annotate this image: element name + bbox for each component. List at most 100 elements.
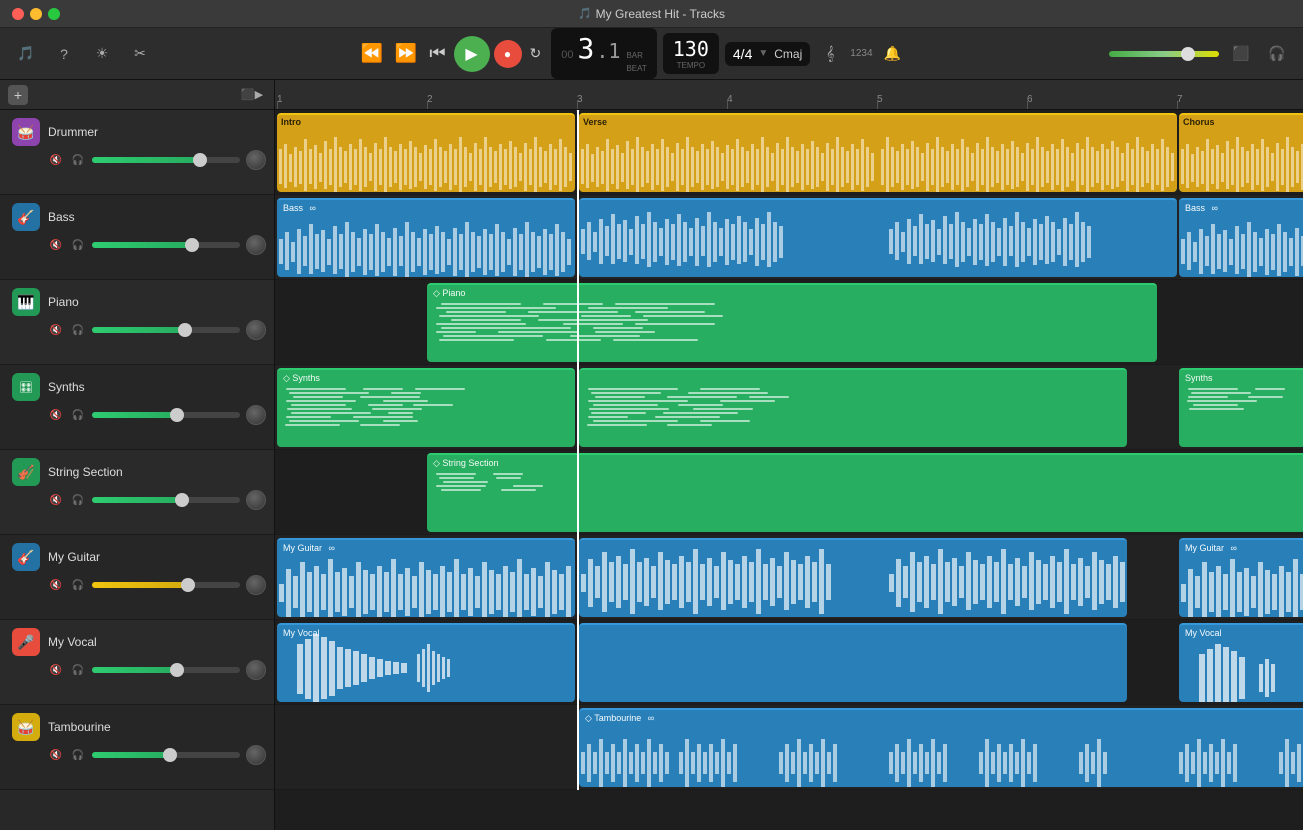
cycle-button[interactable]: ↻ xyxy=(526,41,546,66)
track-lane-synths: ◇ Synths xyxy=(275,365,1303,450)
fader-tambourine[interactable] xyxy=(92,752,240,758)
tracks-area: 1 2 3 4 5 6 7 Intro xyxy=(275,80,1303,830)
section-intro-label: Intro xyxy=(277,115,305,129)
headphones-button[interactable]: 🎧 xyxy=(1263,40,1291,68)
mute-synths[interactable]: 🔇 xyxy=(48,407,64,423)
clip-piano[interactable]: ◇ Piano xyxy=(427,283,1157,362)
metronome-button[interactable]: 🔔 xyxy=(879,40,907,68)
clip-vocal-verse[interactable] xyxy=(579,623,1127,702)
track-name-guitar: My Guitar xyxy=(48,550,100,564)
pan-drummer[interactable] xyxy=(246,150,266,170)
pan-guitar[interactable] xyxy=(246,575,266,595)
play-button[interactable]: ▶ xyxy=(454,36,490,72)
clip-drummer-verse[interactable]: Verse xyxy=(579,113,1177,192)
fader-drummer[interactable] xyxy=(92,157,240,163)
track-lane-piano: ◇ Piano xyxy=(275,280,1303,365)
help-button[interactable]: ? xyxy=(50,40,78,68)
track-lane-guitar: My Guitar ∞ xyxy=(275,535,1303,620)
pan-piano[interactable] xyxy=(246,320,266,340)
library-button[interactable]: 🎵 xyxy=(12,40,40,68)
track-name-drummer: Drummer xyxy=(48,125,98,139)
sidebar-options-button[interactable]: ⬛▶ xyxy=(238,81,266,109)
fader-bass[interactable] xyxy=(92,242,240,248)
record-button[interactable]: ● xyxy=(494,40,522,68)
track-item-strings[interactable]: 🎻 String Section 🔇 🎧 xyxy=(0,450,274,535)
mute-drummer[interactable]: 🔇 xyxy=(48,152,64,168)
solo-vocal[interactable]: 🎧 xyxy=(70,662,86,678)
master-volume-slider[interactable] xyxy=(1109,51,1219,57)
track-lane-tambourine: ◇ Tambourine ∞ xyxy=(275,705,1303,790)
minimize-button[interactable] xyxy=(30,8,42,20)
fader-vocal[interactable] xyxy=(92,667,240,673)
clip-drummer-intro[interactable]: Intro xyxy=(277,113,575,192)
solo-synths[interactable]: 🎧 xyxy=(70,407,86,423)
pan-synths[interactable] xyxy=(246,405,266,425)
clip-label-synths-chorus: Synths xyxy=(1185,373,1213,383)
solo-drummer[interactable]: 🎧 xyxy=(70,152,86,168)
synths-midi-notes-intro xyxy=(277,386,575,443)
track-item-synths[interactable]: 🎛 Synths 🔇 🎧 xyxy=(0,365,274,450)
track-item-guitar[interactable]: 🎸 My Guitar 🔇 🎧 xyxy=(0,535,274,620)
solo-guitar[interactable]: 🎧 xyxy=(70,577,86,593)
mute-vocal[interactable]: 🔇 xyxy=(48,662,64,678)
goto-start-button[interactable]: ⏮ xyxy=(425,39,449,68)
mute-tambourine[interactable]: 🔇 xyxy=(48,747,64,763)
clip-synths-chorus[interactable]: Synths xyxy=(1179,368,1303,447)
clip-bass-chorus[interactable]: Bass ∞ xyxy=(1179,198,1303,277)
track-icon-guitar: 🎸 xyxy=(12,543,40,571)
clip-synths-verse[interactable] xyxy=(579,368,1127,447)
scissors-button[interactable]: ✂ xyxy=(126,40,154,68)
pan-tambourine[interactable] xyxy=(246,745,266,765)
title-bar: 🎵 My Greatest Hit - Tracks xyxy=(0,0,1303,28)
track-name-tambourine: Tambourine xyxy=(48,720,111,734)
clip-tambourine[interactable]: ◇ Tambourine ∞ xyxy=(579,708,1303,787)
tracks-scroll[interactable]: Intro xyxy=(275,110,1303,830)
pan-strings[interactable] xyxy=(246,490,266,510)
fader-synths[interactable] xyxy=(92,412,240,418)
clip-bass-verse[interactable] xyxy=(579,198,1177,277)
clip-guitar-chorus[interactable]: My Guitar ∞ xyxy=(1179,538,1303,617)
smart-controls-button[interactable]: ☀ xyxy=(88,40,116,68)
add-track-button[interactable]: + xyxy=(8,85,28,105)
clip-synths-intro[interactable]: ◇ Synths xyxy=(277,368,575,447)
pan-vocal[interactable] xyxy=(246,660,266,680)
track-item-piano[interactable]: 🎹 Piano 🔇 🎧 xyxy=(0,280,274,365)
clip-bass-intro[interactable]: Bass ∞ xyxy=(277,198,575,277)
clip-guitar-intro[interactable]: My Guitar ∞ xyxy=(277,538,575,617)
clip-guitar-verse[interactable] xyxy=(579,538,1127,617)
time-sig-display[interactable]: 4/4 ▼ Cmaj xyxy=(725,42,810,66)
solo-tambourine[interactable]: 🎧 xyxy=(70,747,86,763)
fader-guitar[interactable] xyxy=(92,582,240,588)
mute-guitar[interactable]: 🔇 xyxy=(48,577,64,593)
clip-vocal-intro[interactable]: My Vocal xyxy=(277,623,575,702)
bar-display: 3 xyxy=(578,32,595,65)
pan-bass[interactable] xyxy=(246,235,266,255)
section-verse-label: Verse xyxy=(579,115,611,129)
tuner-button[interactable]: 𝄞 xyxy=(816,40,844,68)
track-lane-bass: Bass ∞ xyxy=(275,195,1303,280)
clip-strings[interactable]: ◇ String Section xyxy=(427,453,1303,532)
rewind-button[interactable]: ⏪ xyxy=(356,39,386,68)
track-item-vocal[interactable]: 🎤 My Vocal 🔇 🎧 xyxy=(0,620,274,705)
track-item-bass[interactable]: 🎸 Bass 🔇 🎧 xyxy=(0,195,274,280)
solo-strings[interactable]: 🎧 xyxy=(70,492,86,508)
solo-piano[interactable]: 🎧 xyxy=(70,322,86,338)
clip-vocal-chorus[interactable]: My Vocal xyxy=(1179,623,1303,702)
mute-bass[interactable]: 🔇 xyxy=(48,237,64,253)
track-list: 🥁 Drummer 🔇 🎧 🎸 Bass xyxy=(0,110,274,830)
traffic-lights xyxy=(12,8,60,20)
position-display[interactable]: 00 3 .1 BAR BEAT xyxy=(551,28,657,79)
maximize-button[interactable] xyxy=(48,8,60,20)
display-button[interactable]: ⬛ xyxy=(1227,40,1255,68)
mute-strings[interactable]: 🔇 xyxy=(48,492,64,508)
solo-bass[interactable]: 🎧 xyxy=(70,237,86,253)
fast-forward-button[interactable]: ⏩ xyxy=(391,39,421,68)
fader-strings[interactable] xyxy=(92,497,240,503)
tempo-display[interactable]: 130 TEMPO xyxy=(663,33,719,74)
track-item-drummer[interactable]: 🥁 Drummer 🔇 🎧 xyxy=(0,110,274,195)
clip-drummer-chorus[interactable]: Chorus xyxy=(1179,113,1303,192)
track-item-tambourine[interactable]: 🥁 Tambourine 🔇 🎧 xyxy=(0,705,274,790)
fader-piano[interactable] xyxy=(92,327,240,333)
mute-piano[interactable]: 🔇 xyxy=(48,322,64,338)
close-button[interactable] xyxy=(12,8,24,20)
